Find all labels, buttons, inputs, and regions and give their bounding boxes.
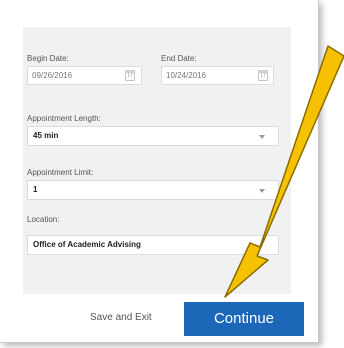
annotation-arrow xyxy=(224,45,344,298)
arrow-shape xyxy=(224,45,344,298)
